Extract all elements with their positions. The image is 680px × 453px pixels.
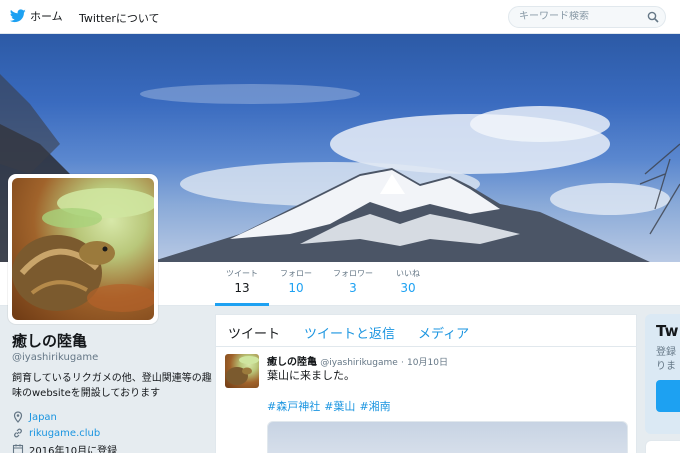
profile-location: Japan [12, 409, 207, 425]
stat-followers-value: 3 [349, 281, 357, 295]
link-icon [14, 428, 22, 438]
hashtag-link[interactable]: #湘南 [359, 400, 390, 413]
signup-card-title: Tw [656, 322, 679, 340]
profile-website: rikugame.club [12, 425, 207, 441]
tweet-text: 葉山に来ました。 [267, 369, 355, 382]
top-nav: ホーム Twitterについて [0, 0, 680, 34]
timeline: ツイート ツイートと返信 メディア 癒しの陸亀 @iyashirikugame … [215, 314, 637, 453]
stat-followers[interactable]: フォロワー 3 [328, 268, 378, 295]
stat-following[interactable]: フォロー 10 [274, 268, 318, 295]
twitter-bird-icon [10, 9, 26, 23]
hashtag-link[interactable]: #葉山 [324, 400, 355, 413]
stat-following-label: フォロー [280, 269, 312, 278]
profile-handle[interactable]: @iyashirikugame [12, 352, 207, 363]
stat-tweets[interactable]: ツイート 13 [220, 268, 264, 295]
stat-followers-label: フォロワー [333, 269, 373, 278]
stat-following-value: 10 [288, 281, 304, 295]
nav-home-link[interactable]: ホーム [10, 8, 63, 24]
profile-card: 癒しの陸亀 @iyashirikugame 飼育しているリクガメの他、登山関連等… [12, 330, 212, 453]
stat-likes-label: いいね [396, 269, 420, 278]
profile-location-text[interactable]: Japan [29, 412, 57, 423]
tortoise-illustration [12, 188, 154, 312]
profile-joined: 2016年10月に登録 [12, 441, 207, 453]
location-pin-icon [13, 411, 23, 423]
profile-joined-text: 2016年10月に登録 [29, 445, 118, 453]
signup-card: Tw 登録 りま [645, 314, 680, 434]
profile-website-link[interactable]: rikugame.club [29, 428, 100, 439]
tab-tweets-and-replies[interactable]: ツイートと返信 [304, 323, 395, 342]
hashtag-link[interactable]: #森戸神社 [267, 400, 320, 413]
search-box[interactable] [508, 6, 666, 28]
signup-card-text-line-1: 登録 [656, 347, 676, 358]
tweet-media-image[interactable] [267, 421, 628, 453]
tweet-avatar-tortoise [226, 356, 259, 385]
search-input[interactable] [519, 11, 639, 22]
profile-name[interactable]: 癒しの陸亀 [12, 330, 207, 351]
tweet-hashtags: #森戸神社 #葉山 #湘南 [267, 398, 395, 414]
tab-tweets[interactable]: ツイート [228, 323, 280, 342]
tortoise-photo [12, 178, 154, 320]
tweet-avatar[interactable] [225, 354, 259, 388]
profile-meta: Japan rikugame.club 2016年10月に登録 [12, 409, 207, 453]
search-icon[interactable] [647, 11, 659, 23]
profile-avatar[interactable] [8, 174, 158, 324]
signup-card-text-line-2: りま [656, 361, 676, 372]
profile-bio: 飼育しているリクガメの他、登山関連等の趣味のwebsiteを開設しております [12, 373, 212, 399]
signup-card-text: 登録 りま [656, 346, 676, 374]
sidebar-card [645, 440, 680, 453]
stat-tweets-label: ツイート [226, 269, 258, 278]
tweet-header: 癒しの陸亀 @iyashirikugame · 10月10日 [267, 353, 448, 368]
tweet-separator: · [400, 358, 404, 368]
tab-media[interactable]: メディア [418, 323, 469, 342]
tweet[interactable]: 癒しの陸亀 @iyashirikugame · 10月10日 葉山に来ました。 … [216, 348, 636, 453]
tweet-date[interactable]: 10月10日 [407, 358, 448, 368]
signup-button[interactable] [656, 380, 680, 412]
calendar-icon [12, 444, 24, 453]
stat-likes[interactable]: いいね 30 [388, 268, 428, 295]
stat-tweets-value: 13 [234, 281, 250, 295]
active-stat-underline [215, 303, 269, 306]
timeline-tabs: ツイート ツイートと返信 メディア [216, 315, 636, 347]
nav-about-link[interactable]: Twitterについて [79, 10, 160, 26]
stat-likes-value: 30 [400, 281, 416, 295]
nav-home-label: ホーム [30, 10, 63, 23]
